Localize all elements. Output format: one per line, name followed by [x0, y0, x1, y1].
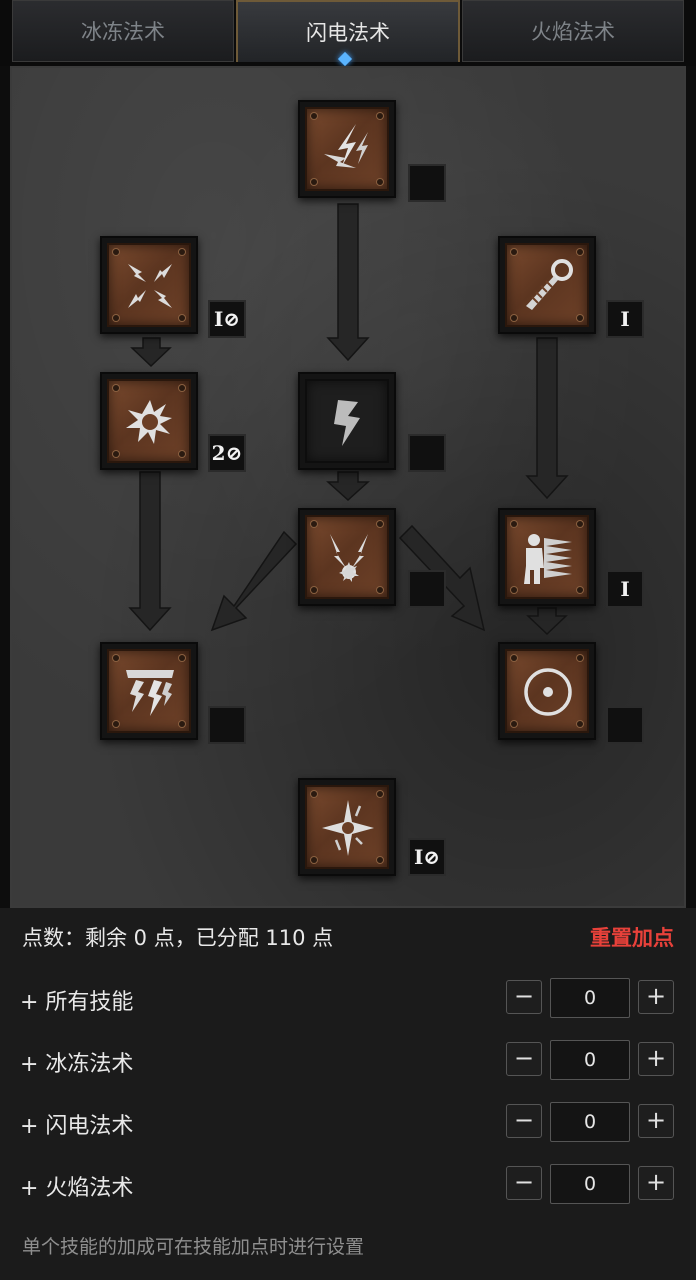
lightning-mastery-level: I⊘: [408, 838, 446, 876]
fire-spells-plus-button[interactable]: +: [638, 1166, 674, 1200]
skill-charged-bolt[interactable]: [298, 100, 396, 198]
skill-static-field[interactable]: [100, 236, 198, 334]
nova-level: 2⊘: [208, 434, 246, 472]
cold-spells-value-field[interactable]: 0: [550, 1040, 630, 1080]
arrow-charged-bolt-to-lightning: [326, 203, 370, 362]
all-skills-minus-button[interactable]: −: [506, 980, 542, 1014]
tab-bar: 冰冻法术 闪电法术 火焰法术: [0, 0, 696, 67]
bonus-label-lightning-spells: + 闪电法术: [20, 1114, 134, 1139]
telekinesis-icon: [526, 259, 573, 310]
skill-thunder-storm[interactable]: [100, 642, 198, 740]
skill-lightning-mastery[interactable]: [298, 778, 396, 876]
points-panel: 点数：剩余 0 点，已分配 110 点 重置加点 + 所有技能 − 0 + + …: [0, 908, 696, 1280]
energy-shield-icon: [524, 668, 572, 716]
fire-spells-minus-button[interactable]: −: [506, 1166, 542, 1200]
all-skills-plus-button[interactable]: +: [638, 980, 674, 1014]
lightning-spells-value-field[interactable]: 0: [550, 1102, 630, 1142]
arrow-chain-lightning-to-thunder-storm: [210, 530, 298, 632]
skill-teleport[interactable]: [498, 508, 596, 606]
skill-tree-board: I⊘ I 2⊘ I I⊘: [10, 66, 686, 908]
reset-points-button[interactable]: 重置加点: [590, 922, 674, 952]
fire-spells-value-field[interactable]: 0: [550, 1164, 630, 1204]
lightning-spells-minus-button[interactable]: −: [506, 1104, 542, 1138]
arrow-static-field-to-nova: [130, 337, 172, 368]
static-field-icon: [128, 264, 172, 308]
tab-cold-spells[interactable]: 冰冻法术: [12, 0, 234, 62]
teleport-level: I: [606, 570, 644, 608]
skill-chain-lightning[interactable]: [298, 508, 396, 606]
arrow-telekinesis-to-teleport: [525, 337, 569, 500]
chain-lightning-icon: [330, 534, 368, 582]
lightning-level: [408, 434, 446, 472]
arrow-lightning-to-chain-lightning: [326, 471, 370, 502]
skill-lightning[interactable]: [298, 372, 396, 470]
cold-spells-plus-button[interactable]: +: [638, 1042, 674, 1076]
thunder-storm-level: [208, 706, 246, 744]
bonus-hint-text: 单个技能的加成可在技能加点时进行设置: [22, 1236, 365, 1258]
bonus-label-all-skills: + 所有技能: [20, 990, 134, 1015]
charged-bolt-level: [408, 164, 446, 202]
bonus-label-fire-spells: + 火焰法术: [20, 1176, 134, 1201]
points-summary: 点数：剩余 0 点，已分配 110 点: [22, 926, 334, 950]
arrow-teleport-to-energy-shield: [526, 607, 568, 636]
charged-bolt-icon: [324, 124, 368, 168]
arrow-nova-to-thunder-storm: [128, 471, 172, 632]
skill-nova[interactable]: [100, 372, 198, 470]
telekinesis-level: I: [606, 300, 644, 338]
chain-lightning-level: [408, 570, 446, 608]
tab-lightning-spells[interactable]: 闪电法术: [236, 0, 460, 62]
cold-spells-minus-button[interactable]: −: [506, 1042, 542, 1076]
bonus-label-cold-spells: + 冰冻法术: [20, 1052, 134, 1077]
all-skills-value-field[interactable]: 0: [550, 978, 630, 1018]
tab-fire-spells[interactable]: 火焰法术: [462, 0, 684, 62]
skill-energy-shield[interactable]: [498, 642, 596, 740]
energy-shield-level: [606, 706, 644, 744]
teleport-icon: [524, 534, 572, 584]
nova-icon: [126, 400, 172, 444]
lightning-mastery-icon: [322, 800, 374, 856]
thunder-storm-icon: [126, 670, 174, 716]
static-field-level: I⊘: [208, 300, 246, 338]
lightning-icon: [334, 400, 360, 446]
lightning-spells-plus-button[interactable]: +: [638, 1104, 674, 1138]
skill-telekinesis[interactable]: [498, 236, 596, 334]
